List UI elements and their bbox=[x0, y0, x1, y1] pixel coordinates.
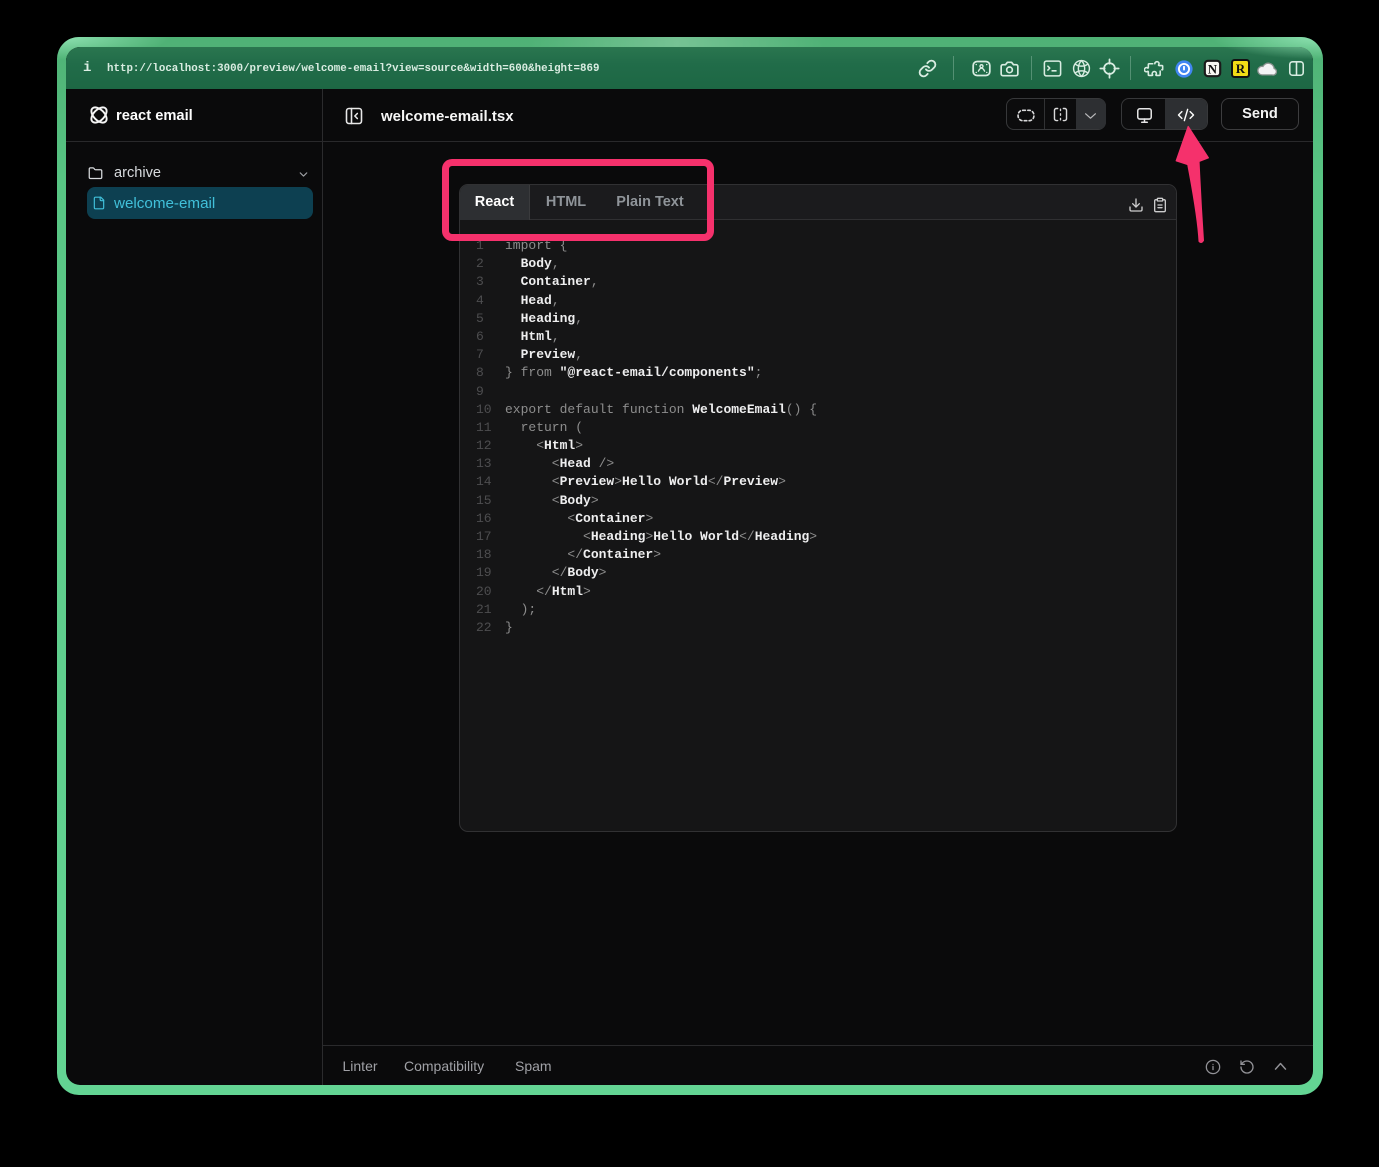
svg-text:R: R bbox=[1236, 61, 1246, 76]
svg-text:N: N bbox=[1208, 62, 1217, 76]
